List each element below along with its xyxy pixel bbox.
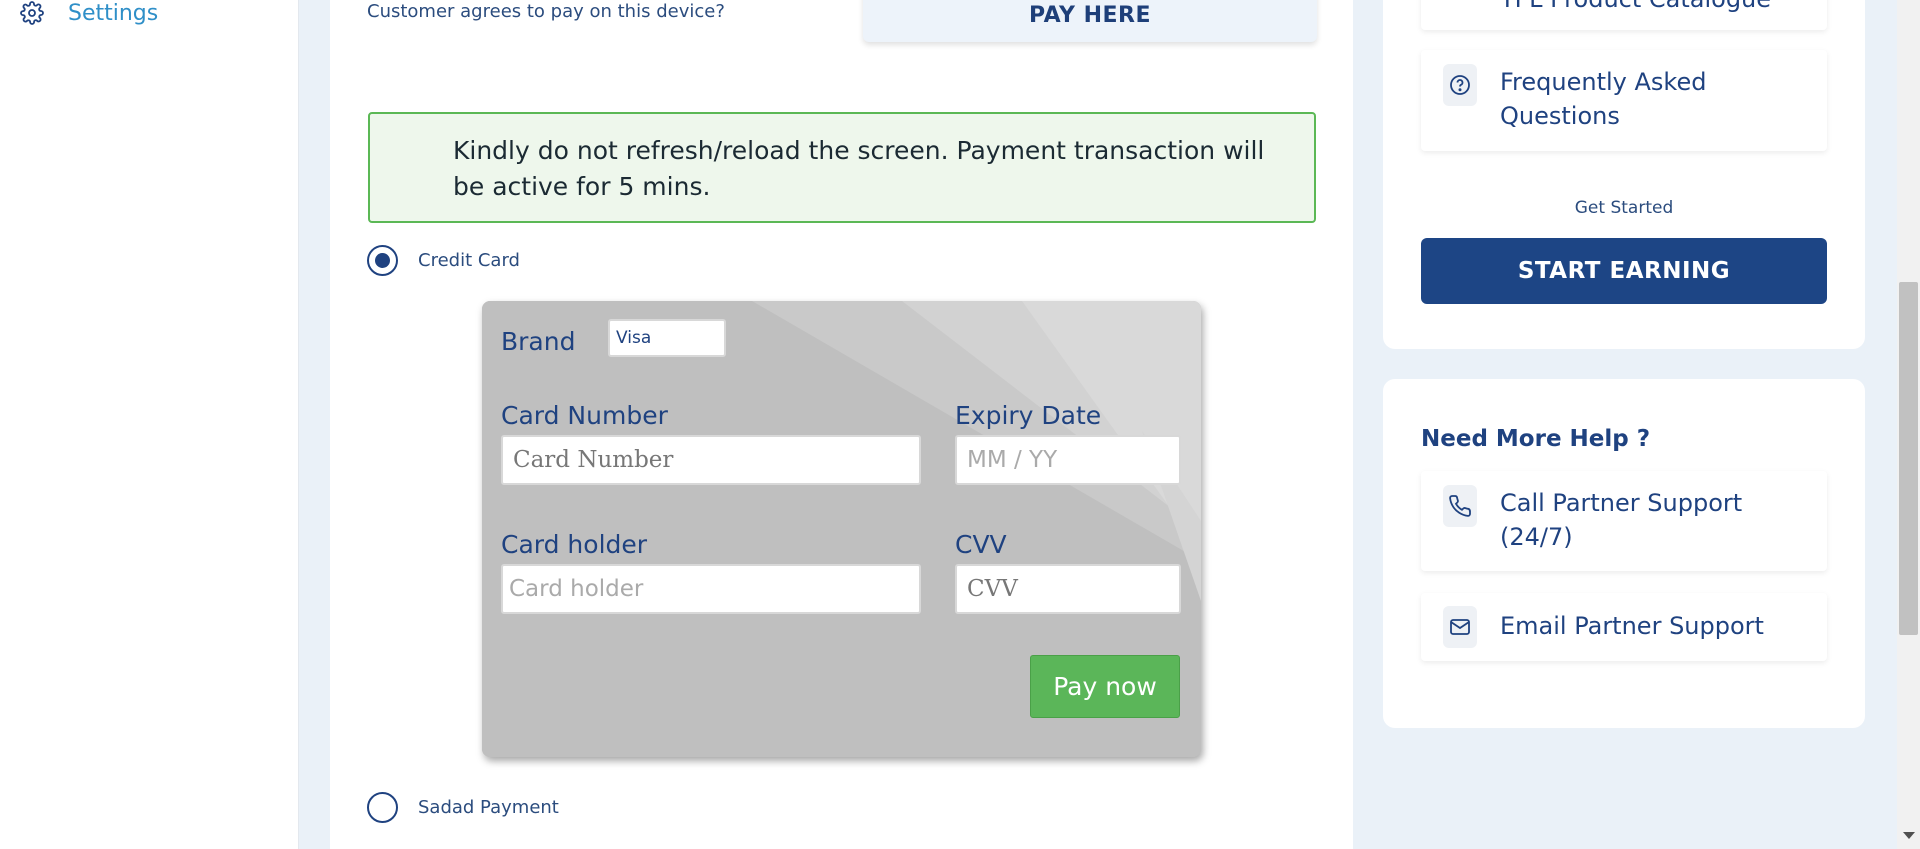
phone-icon	[1443, 485, 1477, 527]
cvv-field[interactable]: CVV	[955, 564, 1181, 614]
brand-select[interactable]: Visa	[608, 319, 726, 357]
pay-here-button[interactable]: PAY HERE	[863, 0, 1317, 42]
payment-option-sadad[interactable]: Sadad Payment	[367, 792, 559, 823]
agree-question: Customer agrees to pay on this device?	[367, 1, 725, 22]
card-holder-label: Card holder	[501, 530, 648, 559]
expiry-date-field[interactable]: MM / YY	[955, 435, 1181, 485]
email-support-link[interactable]: Email Partner Support	[1421, 593, 1827, 661]
scroll-down-arrow[interactable]	[1903, 832, 1915, 839]
credit-card-label: Credit Card	[418, 250, 520, 271]
sadad-radio[interactable]	[367, 792, 398, 823]
card-number-label: Card Number	[501, 401, 668, 430]
catalogue-label: TPL Product Catalogue	[1500, 0, 1771, 16]
payment-option-credit-card[interactable]: Credit Card	[367, 245, 520, 276]
help-title: Need More Help ?	[1421, 426, 1651, 452]
sadad-label: Sadad Payment	[418, 797, 559, 818]
credit-card-radio[interactable]	[367, 245, 398, 276]
start-earning-button[interactable]: START EARNING	[1421, 238, 1827, 304]
sidebar: Settings	[0, 0, 299, 849]
email-support-label: Email Partner Support	[1500, 612, 1764, 640]
sidebar-item-settings[interactable]: Settings	[20, 0, 158, 26]
gear-icon	[20, 1, 44, 25]
mail-icon	[1443, 606, 1477, 648]
cvv-label: CVV	[955, 530, 1007, 559]
resources-card: TPL Product Catalogue Frequently Asked Q…	[1383, 0, 1865, 349]
faq-label: Frequently Asked Questions	[1500, 68, 1707, 130]
card-holder-field[interactable]: Card holder	[501, 564, 921, 614]
brand-label: Brand	[501, 327, 576, 356]
catalogue-link[interactable]: TPL Product Catalogue	[1421, 0, 1827, 30]
call-support-label: Call Partner Support (24/7)	[1500, 489, 1743, 551]
scrollbar-thumb[interactable]	[1899, 282, 1918, 635]
pay-now-button[interactable]: Pay now	[1030, 655, 1180, 718]
credit-card-form: Brand Visa Card Number Card Number Expir…	[482, 301, 1201, 757]
sidebar-item-label: Settings	[68, 0, 159, 26]
refresh-warning-notice: Kindly do not refresh/reload the screen.…	[368, 112, 1316, 223]
get-started-caption: Get Started	[1574, 198, 1674, 218]
help-card: Need More Help ? Call Partner Support (2…	[1383, 379, 1865, 728]
question-icon	[1443, 64, 1477, 106]
expiry-date-label: Expiry Date	[955, 401, 1102, 430]
card-number-field[interactable]: Card Number	[501, 435, 921, 485]
payment-panel: Customer agrees to pay on this device? P…	[330, 0, 1353, 849]
faq-link[interactable]: Frequently Asked Questions	[1421, 50, 1827, 151]
call-support-link[interactable]: Call Partner Support (24/7)	[1421, 471, 1827, 571]
